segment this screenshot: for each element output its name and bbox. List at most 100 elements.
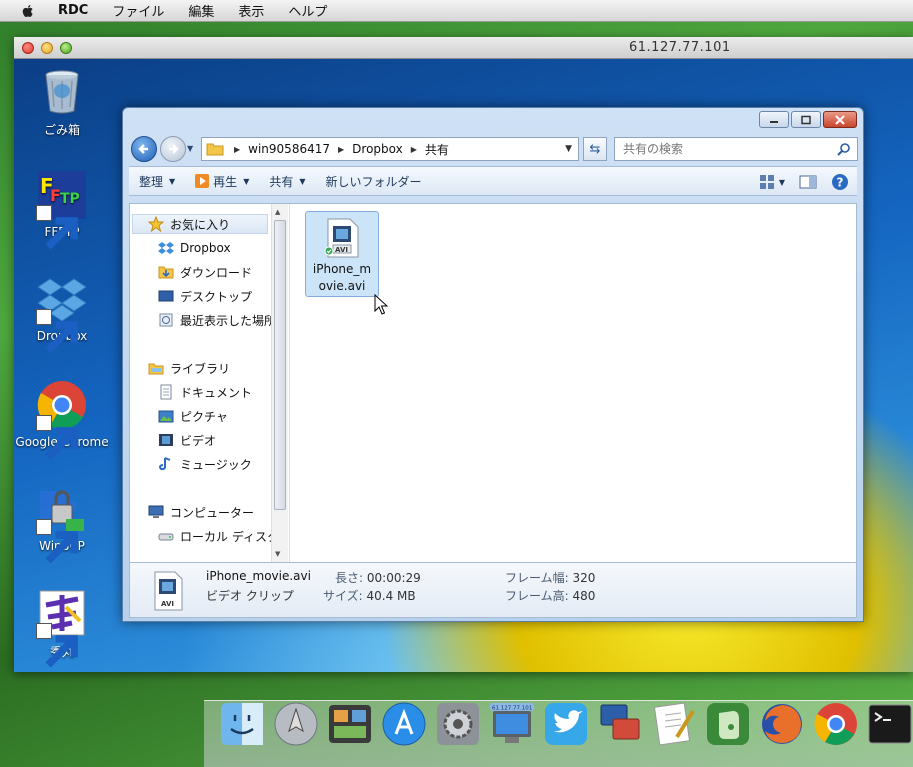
breadcrumb-separator[interactable]: ▶	[230, 145, 244, 154]
chevron-down-icon: ▼	[243, 176, 250, 186]
rdc-titlebar[interactable]: 61.127.77.101	[14, 37, 913, 59]
nav-item-pictures[interactable]: ピクチャ	[158, 406, 228, 426]
dock-app-store[interactable]	[380, 700, 428, 748]
nav-item-music[interactable]: ミュージック	[158, 454, 252, 474]
detail-frame-width-label: フレーム幅:	[505, 571, 569, 585]
preview-pane-icon[interactable]	[799, 174, 817, 190]
maximize-button[interactable]	[791, 111, 821, 128]
close-window-button[interactable]	[22, 42, 34, 54]
search-icon[interactable]	[837, 142, 851, 156]
menu-view[interactable]: 表示	[226, 1, 276, 20]
new-folder-label: 新しいフォルダー	[325, 174, 422, 189]
address-bar[interactable]: ▶ win90586417 ▶ Dropbox ▶ 共有 ▼	[201, 137, 579, 161]
nav-label: ミュージック	[180, 457, 252, 472]
breadcrumb-item[interactable]: 共有	[421, 141, 453, 158]
dock-firefox[interactable]	[758, 700, 806, 748]
help-icon[interactable]: ?	[831, 173, 849, 191]
desktop-icon-dropbox[interactable]: Dropbox	[14, 273, 110, 354]
organize-button[interactable]: 整理 ▼	[129, 167, 185, 195]
minimize-icon	[770, 120, 778, 123]
address-dropdown[interactable]: ▼	[565, 144, 572, 154]
breadcrumb-item[interactable]: Dropbox	[348, 142, 407, 156]
back-button[interactable]	[131, 136, 157, 162]
dock-rdc[interactable]: 61.127.77.101	[488, 700, 536, 748]
svg-text:TP: TP	[60, 191, 80, 207]
nav-item-documents[interactable]: ドキュメント	[158, 382, 252, 402]
dock-finder[interactable]	[218, 700, 266, 748]
nav-label: ローカル ディスク	[180, 529, 279, 544]
dock-twitter[interactable]	[542, 700, 590, 748]
detail-frame-height-label: フレーム高:	[505, 589, 569, 603]
mouse-cursor-icon	[374, 294, 388, 315]
nav-item-desktop[interactable]: デスクトップ	[158, 286, 252, 306]
dock-pages[interactable]	[650, 700, 698, 748]
svg-text:?: ?	[837, 176, 844, 190]
dock-system-preferences[interactable]	[434, 700, 482, 748]
new-folder-button[interactable]: 新しいフォルダー	[316, 167, 432, 195]
refresh-button[interactable]: ⇆	[583, 137, 607, 161]
search-box[interactable]	[614, 137, 858, 161]
forward-button[interactable]	[160, 136, 186, 162]
dock-launchpad[interactable]	[272, 700, 320, 748]
detail-length-value: 00:00:29	[366, 571, 421, 585]
dock-parallels[interactable]	[596, 700, 644, 748]
nav-label: ドキュメント	[180, 385, 253, 400]
dropbox-icon	[158, 242, 174, 254]
nav-label: 最近表示した場所	[180, 313, 277, 328]
nav-item-local-disk[interactable]: ローカル ディスク	[158, 526, 279, 546]
navigation-pane: お気に入り Dropbox ダウンロード デスクトップ 最近表示した場所 ライブ…	[130, 204, 290, 562]
nav-favorites[interactable]: お気に入り	[148, 214, 230, 234]
view-options-icon[interactable]	[759, 174, 775, 190]
close-button[interactable]	[823, 111, 857, 128]
desktop-icon-recycle-bin[interactable]: ごみ箱	[14, 65, 110, 138]
scroll-down-icon[interactable]: ▼	[275, 550, 280, 558]
library-icon	[148, 363, 164, 375]
dock-photo-app[interactable]	[326, 700, 374, 748]
nav-item-downloads[interactable]: ダウンロード	[158, 262, 252, 282]
nav-libraries[interactable]: ライブラリ	[148, 358, 230, 378]
dock-evernote[interactable]	[704, 700, 752, 748]
desktop-icon	[158, 290, 174, 302]
chrome-icon	[814, 703, 857, 745]
nav-computer[interactable]: コンピューター	[148, 502, 254, 522]
recycle-bin-icon	[45, 70, 79, 114]
apple-icon[interactable]	[20, 3, 36, 19]
scroll-up-icon[interactable]: ▲	[275, 208, 280, 216]
desktop-icon-ffftp[interactable]: F F TP FFFTP	[14, 169, 110, 250]
folder-icon	[206, 143, 224, 156]
detail-frame-width-value: 320	[572, 571, 596, 585]
parallels-icon	[600, 704, 640, 740]
desktop-icon-chrome[interactable]: Google Chrome	[14, 379, 110, 460]
file-item-iphone-movie[interactable]: AVI iPhone_m ovie.avi	[305, 211, 379, 297]
nav-label: Dropbox	[180, 241, 231, 255]
breadcrumb-separator[interactable]: ▶	[334, 145, 348, 154]
breadcrumb-separator[interactable]: ▶	[407, 145, 421, 154]
nav-scrollbar[interactable]: ▲ ▼	[271, 204, 288, 562]
share-button[interactable]: 共有 ▼	[259, 167, 315, 195]
minimize-window-button[interactable]	[41, 42, 53, 54]
nav-label: ライブラリ	[170, 361, 231, 376]
dock-terminal[interactable]	[866, 700, 913, 748]
desktop-icon-hidemaru[interactable]: 秀丸	[14, 587, 110, 668]
play-button[interactable]: 再生 ▼	[185, 167, 259, 195]
back-arrow-icon	[138, 144, 148, 154]
view-options-dropdown[interactable]: ▼	[779, 178, 785, 187]
nav-item-videos[interactable]: ビデオ	[158, 430, 216, 450]
menu-help[interactable]: ヘルプ	[276, 1, 339, 20]
recent-pages-dropdown[interactable]: ▼	[187, 144, 193, 153]
scroll-thumb[interactable]	[274, 220, 286, 510]
nav-item-dropbox[interactable]: Dropbox	[158, 238, 231, 258]
minimize-button[interactable]	[759, 111, 789, 128]
explorer-titlebar[interactable]	[123, 108, 863, 134]
dock: 61.127.77.101	[218, 700, 913, 748]
nav-item-recent[interactable]: 最近表示した場所	[158, 310, 276, 330]
menu-file[interactable]: ファイル	[100, 1, 176, 20]
menu-app-name[interactable]: RDC	[46, 3, 100, 18]
dock-chrome[interactable]	[812, 700, 860, 748]
breadcrumb-item[interactable]: win90586417	[244, 142, 334, 156]
search-input[interactable]	[615, 142, 825, 156]
desktop-icon-winscp[interactable]: WinSCP	[14, 483, 110, 564]
menu-edit[interactable]: 編集	[176, 1, 226, 20]
detail-type: ビデオ クリップ	[206, 589, 294, 603]
zoom-window-button[interactable]	[60, 42, 72, 54]
